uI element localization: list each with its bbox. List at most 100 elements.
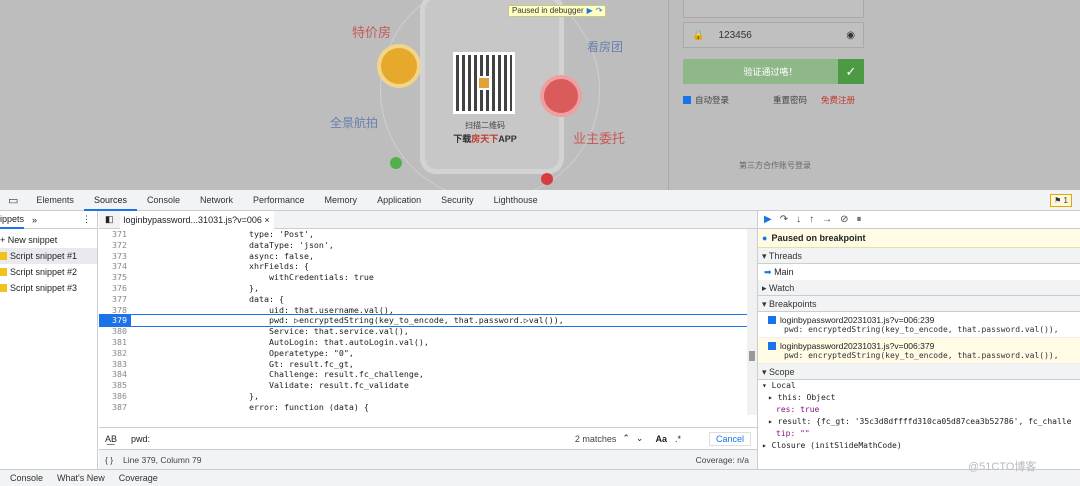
deactivate-breakpoints-icon[interactable]: ⊘ [840,214,848,225]
eye-icon[interactable]: ◉ [846,30,855,41]
step-into-icon[interactable]: ↓ [796,214,801,225]
close-icon[interactable]: × [264,215,269,225]
scope-result[interactable]: ▸ result: {fc_gt: '35c3d8dffffd310ca05d8… [758,416,1080,428]
line-number[interactable]: 372 [99,240,131,251]
code-line[interactable]: 379 pwd: ▷encryptedString(key_to_encode,… [99,314,747,328]
drawer-tab-console[interactable]: Console [10,473,43,483]
code-line[interactable]: 382 Operatetype: "0", [99,348,747,359]
scope-section[interactable]: ▾ Scope [758,364,1080,380]
line-number[interactable]: 384 [99,369,131,380]
code-line[interactable]: 372 dataType: 'json', [99,240,747,251]
threads-section[interactable]: ▾ Threads [758,248,1080,264]
match-case-button[interactable]: Aa [655,434,667,444]
step-out-icon[interactable]: ↑ [809,214,814,225]
line-number[interactable]: 373 [99,251,131,262]
line-number[interactable]: 380 [99,326,131,337]
line-number[interactable]: 382 [99,348,131,359]
watch-section[interactable]: ▸ Watch [758,280,1080,296]
phone-field[interactable] [683,0,864,18]
tab-application[interactable]: Application [367,190,431,211]
line-number[interactable]: 377 [99,294,131,305]
list-item[interactable]: Script snippet #2 [0,264,97,280]
verify-button[interactable]: 验证通过咯！ ✓ [683,59,864,84]
code-line[interactable]: 386}, [99,391,747,402]
thread-main[interactable]: ➡ Main [758,264,1080,280]
resume-icon[interactable]: ▶ [764,214,772,225]
replace-toggle-icon[interactable]: A͟B [105,434,117,444]
issues-badge[interactable]: ⚑ 1 [1050,193,1072,207]
code-area[interactable]: 371 type: 'Post', 372 dataType: 'json', 373 a… [99,229,747,415]
line-number[interactable]: 383 [99,359,131,370]
code-line[interactable]: 385 Validate: result.fc_validate [99,380,747,391]
tab-sources[interactable]: Sources [83,190,137,211]
line-number[interactable]: 375 [99,272,131,283]
drawer-tab-coverage[interactable]: Coverage [119,473,158,483]
line-number[interactable]: 387 [99,402,131,413]
password-field[interactable]: 🔒 123456 ◉ [683,22,864,48]
code-line[interactable]: 383 Gt: result.fc_gt, [99,359,747,370]
chevron-up-icon[interactable]: ⌃ [622,433,630,444]
code-line[interactable]: 374 xhrFields: { [99,261,747,272]
drawer-tab-whats-new[interactable]: What's New [57,473,105,483]
scope-this[interactable]: ▸ this: Object [758,392,1080,404]
step-icon[interactable]: → [822,214,832,225]
pause-exceptions-icon[interactable]: ⏸ [856,214,861,225]
tab-security[interactable]: Security [431,190,484,211]
code-line[interactable]: 377 data: { [99,294,747,305]
toggle-navigator-icon[interactable]: ◧ [105,214,114,225]
code-line[interactable]: 387 error: function (data) { [99,402,747,413]
line-number[interactable]: 381 [99,337,131,348]
code-line[interactable]: 378 uid: that.username.val(), [99,305,747,316]
cancel-button[interactable]: Cancel [708,431,751,446]
format-icon[interactable]: { } [105,455,113,465]
device-toggle-icon[interactable]: ▭ [0,194,26,207]
breakpoint-item[interactable]: loginbypassword20231031.js?v=006:379 pwd… [758,338,1080,364]
breakpoints-section[interactable]: ▾ Breakpoints [758,296,1080,312]
reset-password-link[interactable]: 重置密码 [773,94,807,106]
breakpoint-item[interactable]: loginbypassword20231031.js?v=006:239 pwd… [758,312,1080,338]
list-item[interactable]: Script snippet #1 [0,248,97,264]
code-text: error: function (data) { [249,401,369,412]
line-number[interactable]: 386 [99,391,131,402]
file-icon [0,268,7,276]
snippets-tab[interactable]: ippets [0,211,25,229]
scrollbar[interactable] [747,229,757,415]
tab-performance[interactable]: Performance [243,190,315,211]
code-line[interactable]: 375 withCredentials: true [99,272,747,283]
tab-lighthouse[interactable]: Lighthouse [484,190,548,211]
breakpoint-checkbox[interactable] [768,342,776,350]
code-line[interactable]: 381 AutoLogin: that.autoLogin.val(), [99,337,747,348]
tab-console[interactable]: Console [137,190,190,211]
register-link[interactable]: 免费注册 [821,94,855,106]
step-over-icon[interactable]: ↷ [596,6,603,16]
code-line[interactable]: 371 type: 'Post', [99,229,747,240]
scope-closure[interactable]: ▸ Closure (initSlideMathCode) [758,440,1080,452]
line-number[interactable]: 371 [99,229,131,240]
chevron-down-icon[interactable]: ⌄ [636,433,644,444]
search-input[interactable]: pwd: [117,434,575,444]
menu-icon[interactable]: ⋮ [82,214,91,225]
regex-button[interactable]: .* [675,434,681,444]
line-number[interactable]: 376 [99,283,131,294]
tab-network[interactable]: Network [190,190,243,211]
code-line[interactable]: 384 Challenge: result.fc_challenge, [99,369,747,380]
scope-local[interactable]: ▾ Local [758,380,1080,392]
list-item[interactable]: Script snippet #3 [0,280,97,296]
code-line[interactable]: 380 Service: that.service.val(), [99,326,747,337]
breakpoint-checkbox[interactable] [768,316,776,324]
step-over-icon[interactable]: ↷ [780,214,788,225]
new-snippet-button[interactable]: + New snippet [0,232,97,248]
tab-memory[interactable]: Memory [315,190,368,211]
resume-icon[interactable]: ▶ [587,6,593,16]
qr-scan-text: 扫描二维码 [465,121,505,130]
auto-login-checkbox[interactable] [683,96,691,104]
code-line[interactable]: 373 async: false, [99,251,747,262]
tab-elements[interactable]: Elements [26,190,84,211]
more-tabs-icon[interactable]: » [32,215,37,225]
code-line[interactable]: 376}, [99,283,747,294]
file-tab[interactable]: loginbypassword...31031.js?v=006 × [119,210,274,229]
line-number[interactable]: 379 [99,315,131,327]
line-number[interactable]: 374 [99,261,131,272]
line-number[interactable]: 385 [99,380,131,391]
line-number[interactable]: 378 [99,305,131,316]
